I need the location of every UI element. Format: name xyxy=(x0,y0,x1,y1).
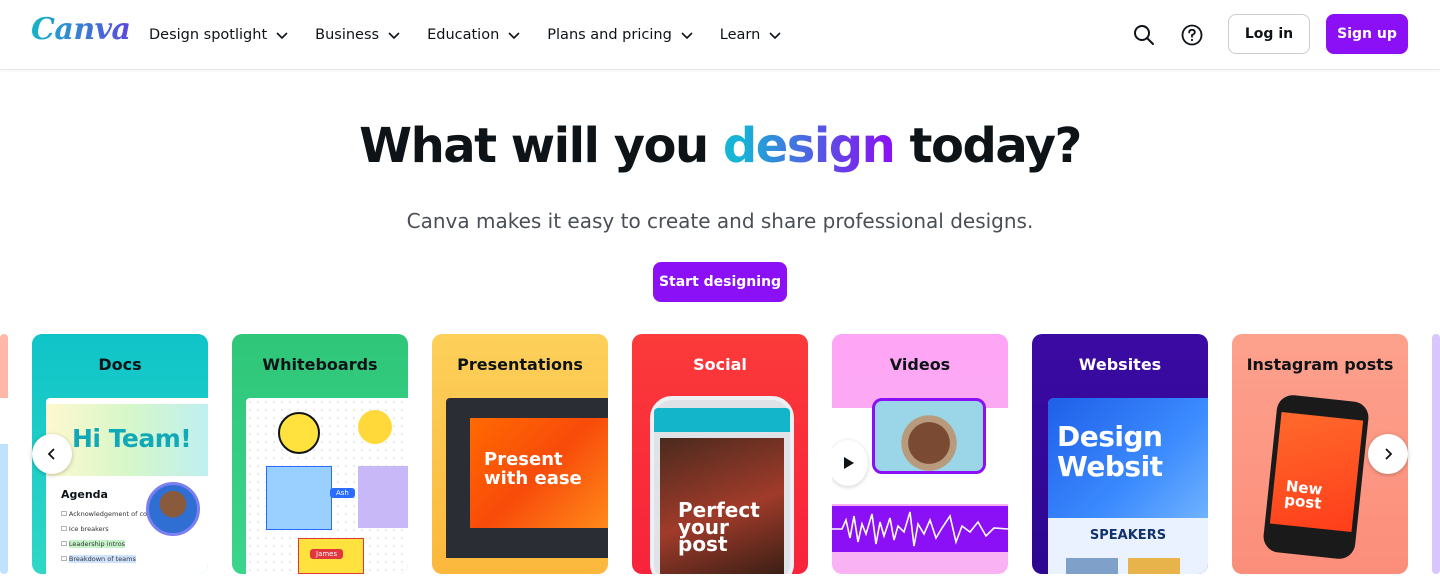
card-label: Docs xyxy=(98,355,142,374)
nav-label: Design spotlight xyxy=(149,27,268,43)
chevron-down-icon xyxy=(681,32,693,40)
docs-agenda-item: ☐ Breakdown of teams xyxy=(61,555,136,563)
top-header: Canva Design spotlight Business Educatio… xyxy=(0,0,1440,70)
slide-text: Present with ease xyxy=(484,449,582,489)
search-icon xyxy=(1134,25,1154,45)
nav-label: Learn xyxy=(719,27,761,43)
card-label: Presentations xyxy=(457,355,583,374)
docs-banner: Hi Team! xyxy=(46,404,208,476)
docs-item-text: Breakdown of teams xyxy=(68,555,136,563)
nav-plans-pricing[interactable]: Plans and pricing xyxy=(534,15,707,55)
chevron-down-icon xyxy=(769,32,781,40)
docs-agenda-item: ☐ Ice breakers xyxy=(61,525,109,533)
chevron-right-icon xyxy=(1385,448,1393,460)
docs-agenda-item: ☐ Leadership intros xyxy=(61,540,126,548)
carousel-prev-button[interactable] xyxy=(32,434,72,474)
nav-learn[interactable]: Learn xyxy=(707,15,796,55)
card-videos[interactable]: Videos xyxy=(832,334,1008,574)
waveform-icon xyxy=(832,511,1008,547)
slide: Present with ease xyxy=(470,418,608,528)
post-text: Perfect your post xyxy=(678,498,760,556)
phone-topbar xyxy=(654,408,790,432)
card-label: Instagram posts xyxy=(1246,355,1394,374)
nav-label: Plans and pricing xyxy=(547,27,672,43)
login-button[interactable]: Log in xyxy=(1228,14,1310,54)
nav-business[interactable]: Business xyxy=(302,15,414,55)
carousel-next-button[interactable] xyxy=(1368,434,1408,474)
play-icon xyxy=(844,457,854,469)
chevron-down-icon xyxy=(276,32,288,40)
hero-title-before: What will you xyxy=(359,118,723,174)
hand-phone-mockup: New post xyxy=(1261,393,1371,561)
sticky-purple xyxy=(358,466,408,528)
instagram-post: New post xyxy=(1269,412,1364,533)
phone-mockup: Perfect your post xyxy=(650,396,794,574)
nav-label: Education xyxy=(427,27,500,43)
nav-design-spotlight[interactable]: Design spotlight xyxy=(136,15,302,55)
hero-title: What will you design today? xyxy=(0,118,1440,174)
chevron-down-icon xyxy=(388,32,400,40)
card-label: Whiteboards xyxy=(262,355,378,374)
card-label: Videos xyxy=(889,355,951,374)
card-presentations[interactable]: Presentations Present with ease xyxy=(432,334,608,574)
start-designing-button[interactable]: Start designing xyxy=(653,262,787,302)
signup-button[interactable]: Sign up xyxy=(1326,14,1408,54)
whiteboard-tag: James xyxy=(310,549,344,559)
docs-item-text: Ice breakers xyxy=(68,525,109,533)
docs-item-text: Leadership intros xyxy=(68,540,126,548)
carousel-edge-card-right xyxy=(1432,334,1440,574)
card-label: Websites xyxy=(1078,355,1162,374)
main-nav: Design spotlight Business Education Plan… xyxy=(136,0,795,70)
docs-agenda-item: ☐ Acknowledgement of cou xyxy=(61,510,152,518)
presentation-preview: Present with ease xyxy=(446,398,608,558)
search-button[interactable] xyxy=(1128,19,1160,51)
hero-title-highlight: design xyxy=(722,118,896,174)
carousel-edge-card-left xyxy=(0,334,8,574)
chevron-left-icon xyxy=(47,448,55,460)
nav-education[interactable]: Education xyxy=(414,15,534,55)
hero-title-after: today? xyxy=(894,118,1083,174)
post-image: Perfect your post xyxy=(660,438,784,574)
video-thumbnail xyxy=(872,398,986,474)
avatar xyxy=(146,482,200,536)
website-title: Design Websit xyxy=(1057,420,1163,483)
whiteboard-tag: Ash xyxy=(330,488,355,498)
docs-heading: Agenda xyxy=(61,488,108,501)
audio-waveform xyxy=(832,506,1008,552)
post-text: New post xyxy=(1283,476,1324,513)
help-button[interactable] xyxy=(1176,19,1208,51)
hero-subtitle: Canva makes it easy to create and share … xyxy=(406,209,1034,233)
docs-preview: Hi Team! Agenda ☐ Acknowledgement of cou… xyxy=(46,398,208,574)
website-hero: Design Websit xyxy=(1048,398,1208,518)
card-websites[interactable]: Websites Design Websit SPEAKERS xyxy=(1032,334,1208,574)
help-icon xyxy=(1181,24,1203,46)
speaker-thumb xyxy=(1066,558,1118,574)
bulb-sticker xyxy=(358,410,392,444)
website-section: SPEAKERS xyxy=(1089,528,1167,543)
emoji-sticker xyxy=(278,412,320,454)
docs-banner-text: Hi Team! xyxy=(72,424,192,453)
chevron-down-icon xyxy=(508,32,520,40)
speaker-thumb xyxy=(1128,558,1180,574)
card-whiteboards[interactable]: Whiteboards Ash James xyxy=(232,334,408,574)
nav-label: Business xyxy=(315,27,380,43)
sticky-blue xyxy=(266,466,332,530)
canva-logo[interactable]: Canva xyxy=(31,12,131,47)
card-social[interactable]: Social Perfect your post xyxy=(632,334,808,574)
website-preview: Design Websit SPEAKERS xyxy=(1048,398,1208,574)
whiteboard-preview: Ash James xyxy=(246,398,408,574)
card-label: Social xyxy=(693,355,747,374)
docs-item-text: Acknowledgement of cou xyxy=(68,510,152,518)
